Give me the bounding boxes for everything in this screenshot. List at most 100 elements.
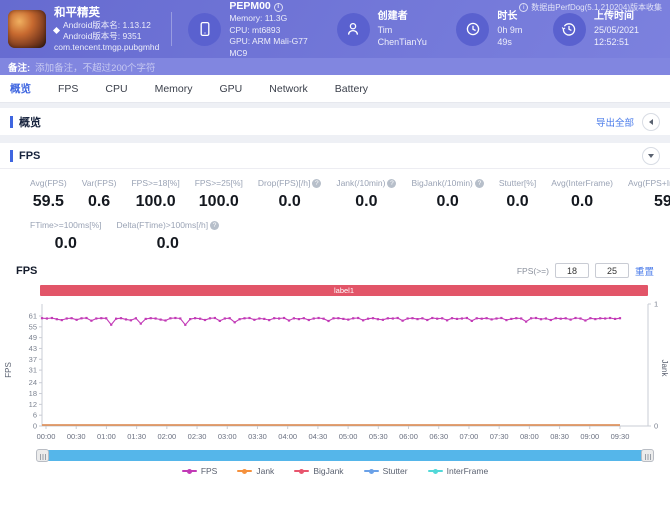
stat-label: Avg(FPS+InterFrame) [627,178,670,188]
scrollbar-right-handle[interactable] [641,449,654,462]
band-label: label1 [333,286,355,295]
series-fps-point [115,317,118,320]
collapse-left-button[interactable] [642,112,660,131]
chevron-left-icon [649,118,653,125]
info-icon[interactable] [519,3,529,12]
series-fps-point [60,319,63,322]
x-tick-label: 00:00 [37,432,56,441]
y-tick-label: 1 [654,300,658,309]
collapse-down-button[interactable] [642,146,660,165]
chevron-down-icon [648,153,654,158]
series-fps-point [559,317,562,320]
series-fps-point [105,317,108,320]
stat-value: 0.0 [355,193,378,210]
stat-delta-ftime-100ms: Delta(FTime)>100ms[/h] 0.0 [117,220,220,253]
remark-input[interactable]: 添加备注，不超过200个字符 [35,60,155,74]
device-memory: Memory: 11.3G [229,13,288,24]
tab-fps[interactable]: FPS [58,83,78,95]
x-tick-label: 06:00 [399,432,418,441]
x-tick-label: 01:00 [97,432,116,441]
series-fps-point [618,317,622,320]
fps-stats-row-1: Avg(FPS) 59.5 Var(FPS) 0.6 FPS>=18[%] 100.0 FP… [0,178,670,211]
stat-fps-ge-25: FPS>=25[%] 100.0 [195,178,243,211]
legend-label: Jank [256,466,275,476]
y-tick-label: 0 [654,422,658,431]
series-fps-point [520,317,523,320]
series-fps-point [159,318,162,321]
stat-value: 0.0 [506,193,529,210]
upload-group: 上传时间 25/05/2021 12:52:51 [552,10,670,48]
tab-gpu[interactable]: GPU [220,83,243,95]
scrollbar-track[interactable] [42,450,648,461]
x-tick-label: 04:30 [309,432,328,441]
app-icon [8,10,46,48]
fps-section-title: FPS [19,149,41,162]
series-fps-point [337,317,340,320]
device-gpu: GPU: ARM Mali-G77 MC9 [229,36,308,58]
series-fps-point [352,317,355,320]
y-axis-title-left: FPS [4,362,13,378]
metric-tabs: 概览 FPS CPU Memory GPU Network Battery [0,75,670,103]
scrollbar-left-handle[interactable] [36,449,49,462]
series-fps-point [480,317,483,320]
series-fps-point [287,319,291,322]
series-fps-point [203,318,207,322]
help-icon[interactable] [210,220,220,230]
stat-value: 100.0 [198,193,239,210]
series-fps-point [342,317,345,320]
device-icon [188,12,222,46]
help-icon[interactable] [474,178,484,188]
series-fps-point [124,318,128,321]
help-icon[interactable] [312,178,322,188]
series-fps-point [396,316,399,320]
x-tick-label: 05:00 [339,432,358,441]
series-fps-point [80,317,83,320]
legend-marker-icon [363,468,379,474]
stat-value: 100.0 [135,193,176,210]
stat-value: 0.0 [156,235,179,252]
chart-label-band[interactable]: label1 [40,285,648,296]
series-fps-point [347,318,350,321]
creator-icon [336,12,370,46]
series-fps-point [589,317,592,320]
y-tick-label: 6 [33,411,37,420]
legend-item-fps[interactable]: FPS [181,466,217,476]
tab-network[interactable]: Network [269,83,308,95]
legend-item-interframe[interactable]: InterFrame [427,466,488,476]
stat-label: Drop(FPS)[/h] [258,178,322,188]
reset-button[interactable]: 重置 [635,264,654,278]
x-tick-label: 07:00 [460,432,479,441]
export-all-button[interactable]: 导出全部 [596,115,634,129]
stat-label: FPS>=25[%] [194,178,243,188]
legend-label: Stutter [382,466,408,476]
tab-memory[interactable]: Memory [155,83,193,95]
series-fps-point [381,318,384,321]
series-fps-point [367,317,370,320]
series-fps-point [223,317,226,320]
series-fps-point [312,317,315,320]
legend-item-bigjank[interactable]: BigJank [294,466,344,476]
tab-cpu[interactable]: CPU [105,83,127,95]
chart-scrollbar[interactable] [0,449,670,462]
legend-item-jank[interactable]: Jank [237,466,274,476]
series-fps-point [534,316,538,320]
creator-group: 创建者 Tim ChenTianYu [336,10,439,48]
device-info-icon[interactable] [273,2,283,12]
fps-line-chart[interactable]: 6155 49 43 37 31 24 18 12 6 0 1 0 FPS Jank 00:00 00:30 0… [0,298,670,446]
stat-label: Avg(FPS) [30,178,67,188]
help-icon[interactable] [387,178,397,188]
x-tick-label: 01:30 [127,432,146,441]
section-accent-bar [10,115,13,128]
legend-item-stutter[interactable]: Stutter [363,466,408,476]
series-fps-point [362,319,365,322]
fps-chart-header: FPS FPS(>=) 重置 [0,263,670,278]
tab-overview[interactable]: 概览 [10,81,31,96]
y-tick-label: 0 [33,422,37,431]
tab-battery[interactable]: Battery [335,83,368,95]
stat-label: FPS>=18[%] [131,178,180,188]
fps-threshold-low-input[interactable] [554,263,589,278]
series-fps-point [149,317,152,320]
stat-value: 59.5 [653,193,670,210]
fps-threshold-high-input[interactable] [594,263,629,278]
creator-value: Tim ChenTianYu [377,24,427,47]
